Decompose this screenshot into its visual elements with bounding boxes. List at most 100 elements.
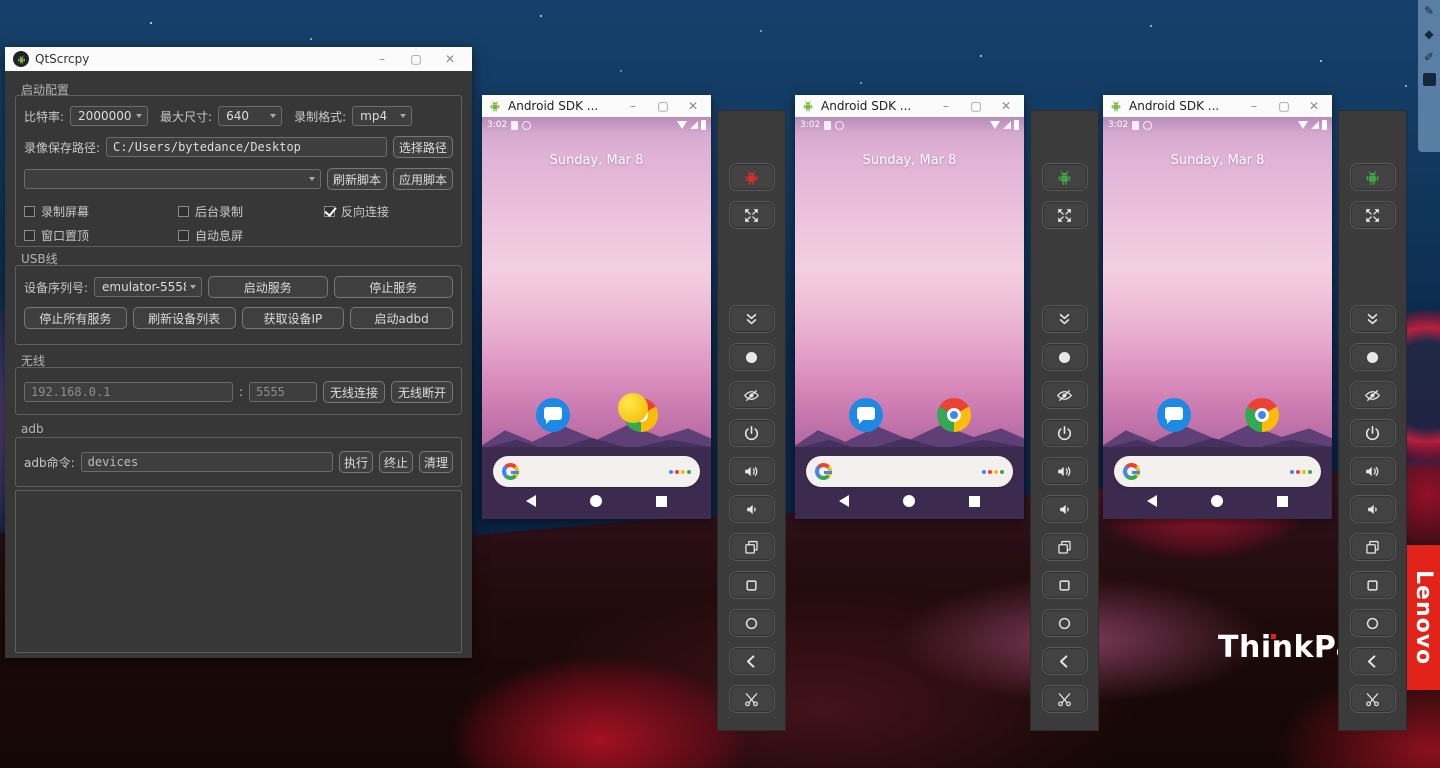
android-recents-button[interactable]	[1277, 496, 1288, 507]
hide-screen-button[interactable]	[729, 381, 775, 409]
back-button[interactable]	[1350, 647, 1396, 675]
android-home-button[interactable]	[590, 495, 602, 507]
volume-up-button[interactable]	[1350, 457, 1396, 485]
screenshot-button[interactable]	[1350, 343, 1396, 371]
phone-screen-mirror[interactable]: 3:02 Sunday, Mar 8	[482, 117, 711, 519]
close-button[interactable]: ✕	[994, 99, 1018, 113]
group-control-button[interactable]	[1042, 163, 1088, 191]
wireless-port-input[interactable]	[249, 382, 317, 402]
wireless-ip-input[interactable]	[24, 382, 233, 402]
maximize-button[interactable]: ▢	[402, 52, 430, 66]
group-control-button[interactable]	[729, 163, 775, 191]
device-serial-dropdown[interactable]: emulator-5558	[94, 277, 202, 297]
screenshot-button[interactable]	[1042, 343, 1088, 371]
google-search-bar[interactable]	[1114, 456, 1321, 487]
android-home-button[interactable]	[903, 495, 915, 507]
power-button[interactable]	[1350, 419, 1396, 447]
checkbox-window-on-top[interactable]: 窗口置顶	[24, 227, 172, 244]
android-recents-button[interactable]	[656, 496, 667, 507]
apply-script-button[interactable]: 应用脚本	[393, 168, 453, 190]
clip-button[interactable]	[1042, 685, 1088, 713]
checkbox-auto-screen-off[interactable]: 自动息屏	[178, 227, 243, 244]
expand-more-button[interactable]	[1042, 305, 1088, 333]
minimize-button[interactable]: –	[934, 99, 958, 113]
start-service-button[interactable]: 启动服务	[208, 276, 327, 298]
android-back-button[interactable]	[526, 495, 536, 507]
group-control-button[interactable]	[1350, 163, 1396, 191]
android-back-button[interactable]	[1147, 495, 1157, 507]
checkbox-icon[interactable]	[24, 206, 35, 217]
fullscreen-button[interactable]	[1350, 201, 1396, 229]
stop-all-services-button[interactable]: 停止所有服务	[24, 307, 127, 329]
volume-up-button[interactable]	[729, 457, 775, 485]
refresh-device-list-button[interactable]: 刷新设备列表	[133, 307, 236, 329]
android-home-button[interactable]	[1211, 495, 1223, 507]
clear-button[interactable]: 清理	[419, 451, 453, 473]
adb-command-input[interactable]	[81, 452, 333, 472]
volume-down-button[interactable]	[1350, 495, 1396, 523]
checkbox-icon[interactable]	[24, 230, 35, 241]
volume-down-button[interactable]	[1042, 495, 1088, 523]
menu-button[interactable]	[1350, 571, 1396, 599]
maximize-button[interactable]: ▢	[964, 99, 988, 113]
screenshot-button[interactable]	[729, 343, 775, 371]
close-button[interactable]: ✕	[436, 52, 464, 66]
hide-screen-button[interactable]	[1042, 381, 1088, 409]
hide-screen-button[interactable]	[1350, 381, 1396, 409]
minimize-button[interactable]: –	[621, 99, 645, 113]
menu-button[interactable]	[1042, 571, 1088, 599]
checkbox-reverse-connection[interactable]: 反向连接	[324, 203, 389, 220]
wireless-disconnect-button[interactable]: 无线断开	[391, 381, 453, 403]
chrome-app-icon[interactable]	[1245, 398, 1279, 432]
menu-button[interactable]	[729, 571, 775, 599]
power-button[interactable]	[1042, 419, 1088, 447]
eraser-icon[interactable]: ◆	[1422, 27, 1436, 41]
android-back-button[interactable]	[839, 495, 849, 507]
script-dropdown[interactable]	[24, 169, 321, 189]
maximize-button[interactable]: ▢	[651, 99, 675, 113]
start-adbd-button[interactable]: 启动adbd	[350, 307, 453, 329]
app-switch-button[interactable]	[729, 533, 775, 561]
power-button[interactable]	[729, 419, 775, 447]
chrome-app-icon[interactable]	[937, 398, 971, 432]
volume-up-button[interactable]	[1042, 457, 1088, 485]
phone-screen-mirror[interactable]: 3:02 Sunday, Mar 8	[1103, 117, 1332, 519]
expand-more-button[interactable]	[729, 305, 775, 333]
panel-icon[interactable]	[1423, 73, 1436, 86]
phone-screen-mirror[interactable]: 3:02 Sunday, Mar 8	[795, 117, 1024, 519]
savepath-input[interactable]	[106, 137, 387, 157]
refresh-script-button[interactable]: 刷新脚本	[327, 168, 387, 190]
home-button[interactable]	[1042, 609, 1088, 637]
google-search-bar[interactable]	[806, 456, 1013, 487]
minimize-button[interactable]: –	[1242, 99, 1266, 113]
choose-path-button[interactable]: 选择路径	[393, 136, 453, 158]
close-button[interactable]: ✕	[1302, 99, 1326, 113]
minimize-button[interactable]: –	[368, 52, 396, 66]
back-button[interactable]	[1042, 647, 1088, 675]
home-button[interactable]	[729, 609, 775, 637]
close-button[interactable]: ✕	[681, 99, 705, 113]
app-switch-button[interactable]	[1350, 533, 1396, 561]
clip-button[interactable]	[729, 685, 775, 713]
fullscreen-button[interactable]	[729, 201, 775, 229]
checkbox-icon[interactable]	[178, 230, 189, 241]
expand-more-button[interactable]	[1350, 305, 1396, 333]
home-button[interactable]	[1350, 609, 1396, 637]
fullscreen-button[interactable]	[1042, 201, 1088, 229]
messages-app-icon[interactable]	[1157, 398, 1191, 432]
adb-output-area[interactable]	[15, 490, 462, 653]
stop-service-button[interactable]: 停止服务	[334, 276, 453, 298]
pen-icon[interactable]: ✎	[1422, 4, 1436, 18]
messages-app-icon[interactable]	[849, 398, 883, 432]
clip-button[interactable]	[1350, 685, 1396, 713]
messages-app-icon[interactable]	[536, 398, 570, 432]
format-dropdown[interactable]: mp4	[352, 106, 412, 126]
app-switch-button[interactable]	[1042, 533, 1088, 561]
bitrate-dropdown[interactable]: 2000000	[70, 106, 148, 126]
android-recents-button[interactable]	[969, 496, 980, 507]
checkbox-background-record[interactable]: 后台录制	[178, 203, 318, 220]
get-device-ip-button[interactable]: 获取设备IP	[242, 307, 345, 329]
checkbox-icon[interactable]	[324, 206, 335, 217]
execute-button[interactable]: 执行	[339, 451, 373, 473]
maxsize-dropdown[interactable]: 640	[218, 106, 282, 126]
